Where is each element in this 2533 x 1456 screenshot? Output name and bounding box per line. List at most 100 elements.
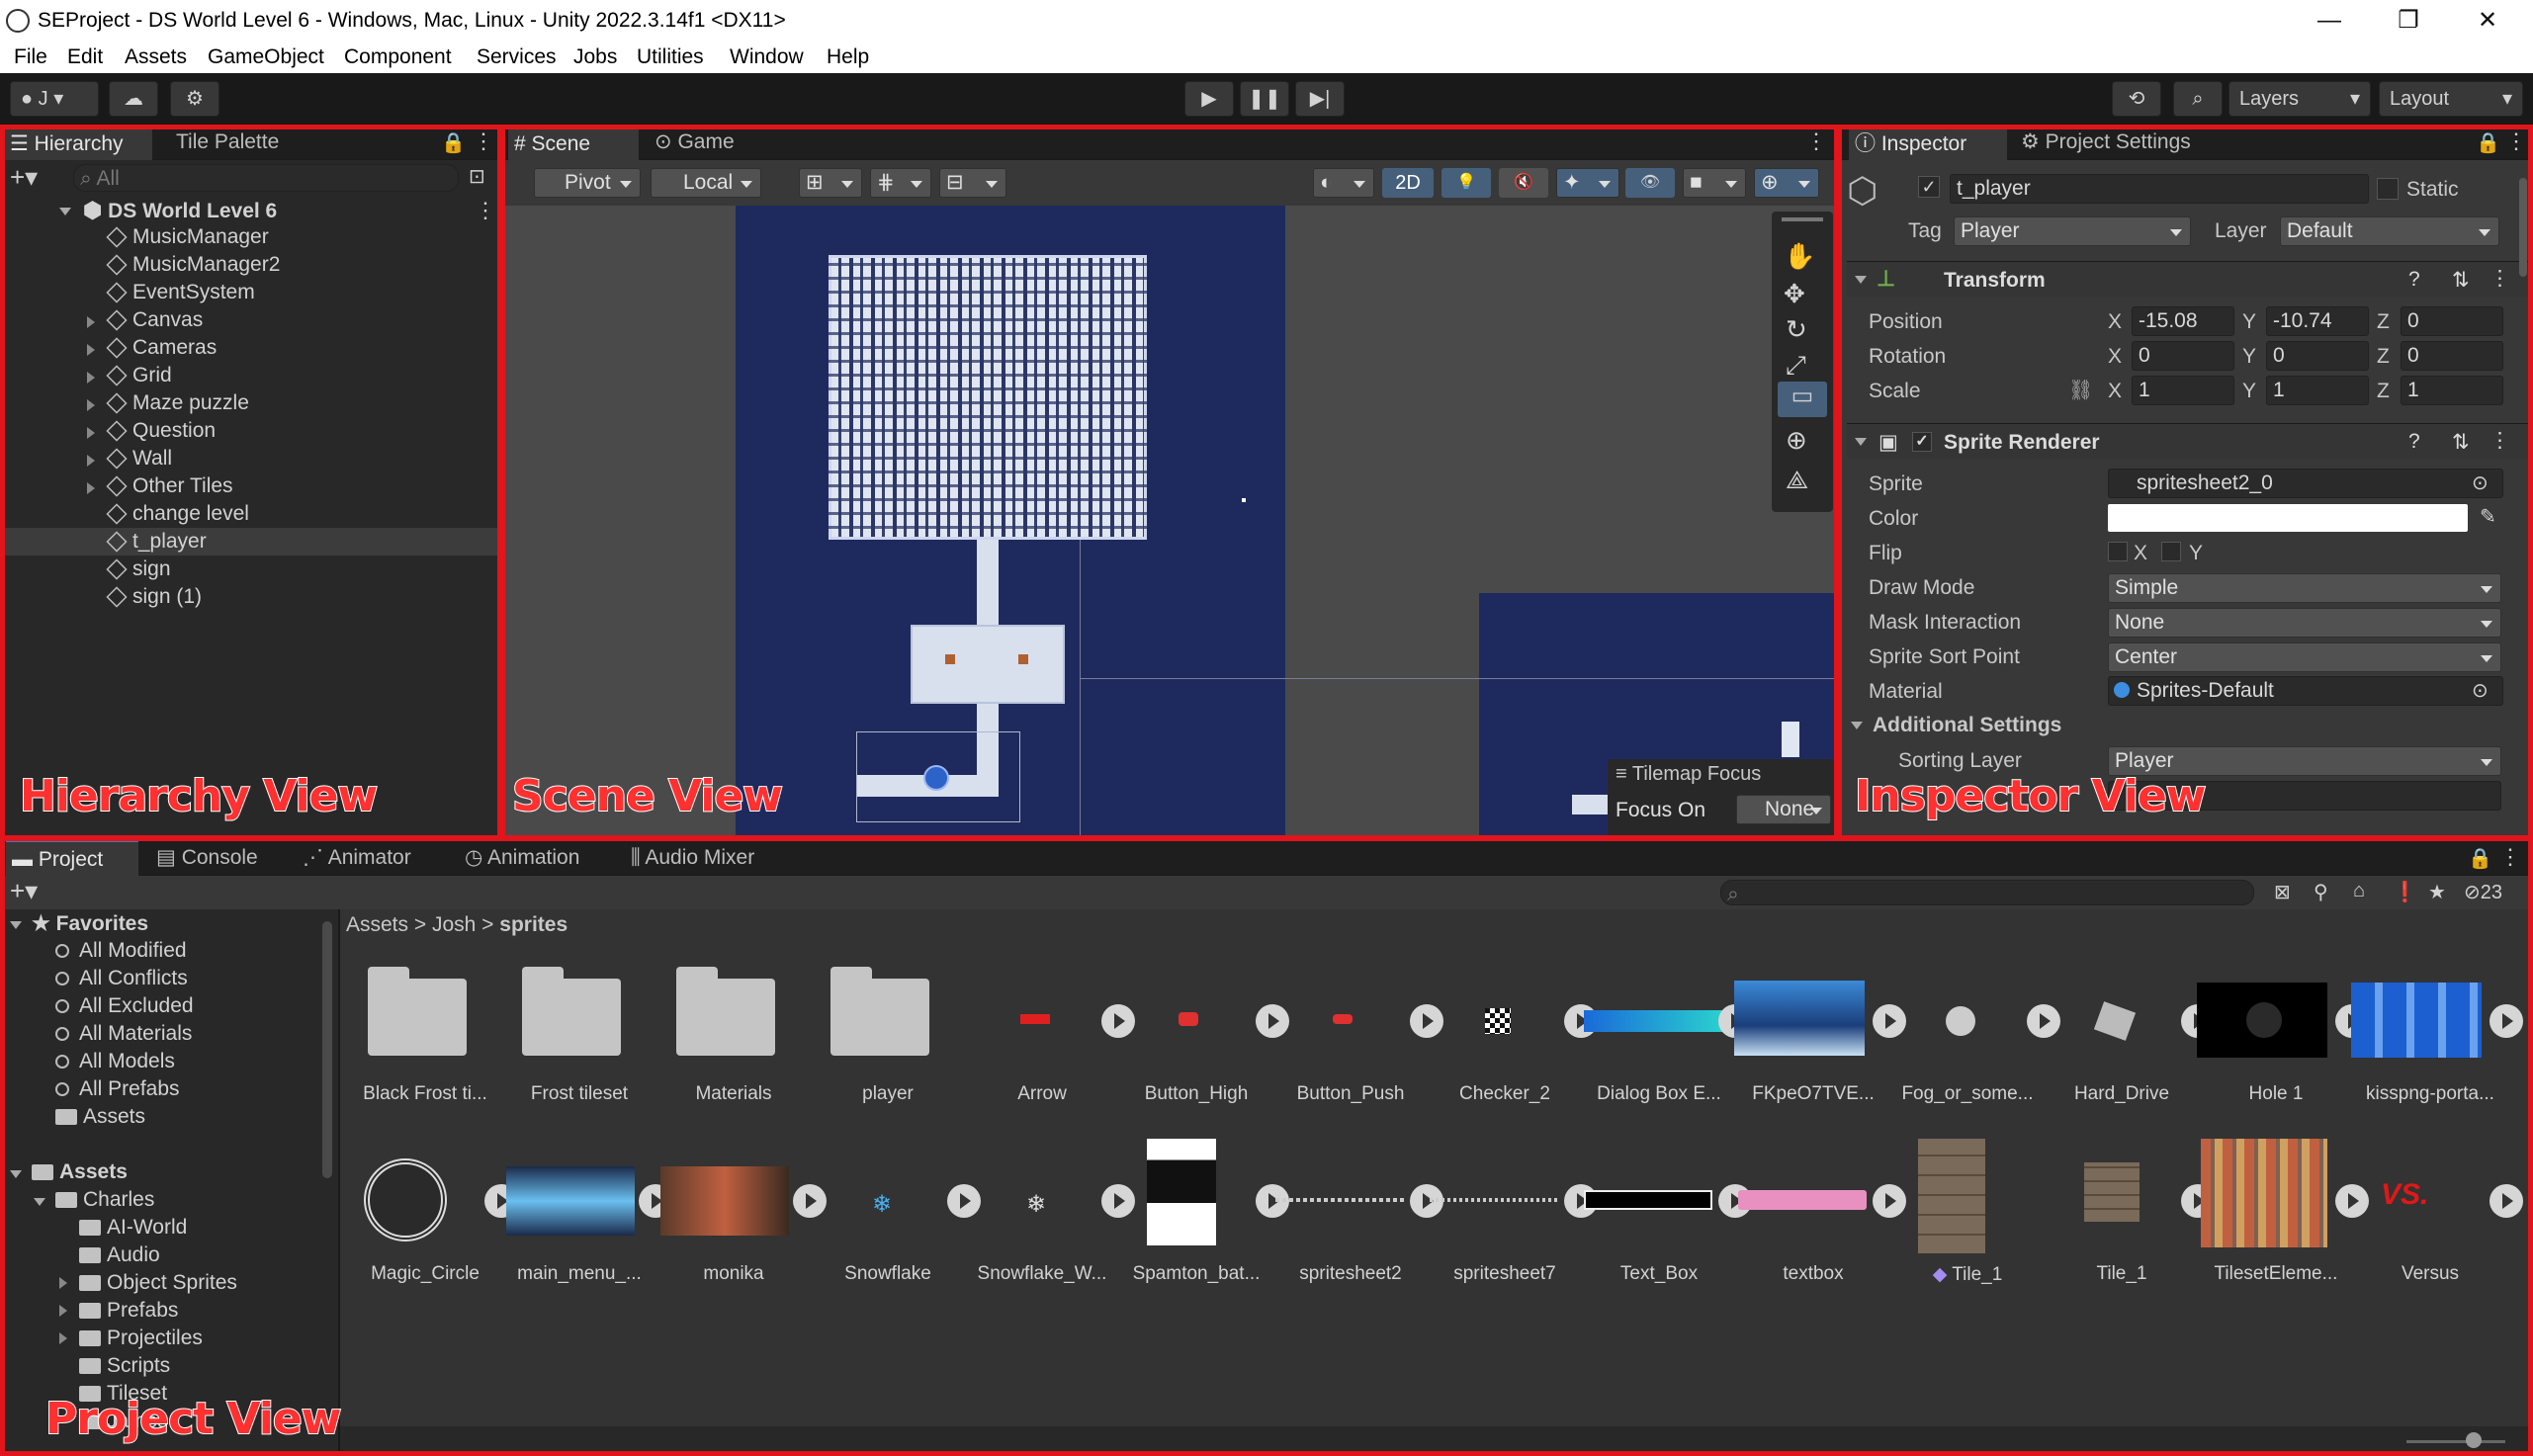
- asset-folder[interactable]: Frost tileset: [500, 949, 649, 1117]
- collapse-arrow-icon[interactable]: [34, 1198, 45, 1206]
- expand-arrow-icon[interactable]: [59, 208, 71, 215]
- rotation-x-field[interactable]: 0: [2132, 341, 2234, 371]
- hierarchy-item[interactable]: Cameras: [106, 336, 217, 364]
- static-checkbox[interactable]: [2377, 178, 2399, 200]
- layer-dropdown[interactable]: Default: [2280, 216, 2499, 246]
- asset-sprite[interactable]: main_menu_...: [500, 1129, 672, 1297]
- menu-window[interactable]: Window: [730, 45, 804, 69]
- tab-animator[interactable]: ⋰ Animator: [297, 840, 435, 876]
- hierarchy-item[interactable]: change level: [106, 502, 249, 530]
- favorite-item[interactable]: All Materials: [55, 1022, 192, 1046]
- history-icon[interactable]: ⟲: [2112, 81, 2161, 117]
- object-picker-icon[interactable]: ⊙: [2472, 471, 2489, 495]
- expand-arrow-icon[interactable]: [87, 427, 95, 439]
- search-by-label-icon[interactable]: ⚲: [2314, 880, 2328, 904]
- play-button[interactable]: ▶: [1184, 81, 1234, 117]
- hierarchy-search-input[interactable]: ⌕ All: [73, 164, 459, 192]
- local-dropdown[interactable]: Local: [651, 168, 761, 198]
- expand-arrow-icon[interactable]: [87, 482, 95, 494]
- hierarchy-item-selected[interactable]: t_player: [106, 530, 207, 557]
- asset-sprite[interactable]: Arrow: [963, 949, 1135, 1117]
- hierarchy-item[interactable]: MusicManager: [106, 225, 269, 253]
- tab-tile-palette[interactable]: Tile Palette: [170, 125, 318, 160]
- tag-dropdown[interactable]: Player: [1954, 216, 2191, 246]
- asset-sprite[interactable]: Button_Push: [1271, 949, 1443, 1117]
- scene-menu-icon[interactable]: ⋮: [475, 198, 496, 223]
- hierarchy-item[interactable]: Other Tiles: [106, 474, 233, 502]
- expand-arrow-icon[interactable]: [59, 1305, 67, 1317]
- asset-folder[interactable]: Black Frost ti...: [346, 949, 494, 1117]
- breadcrumb-item[interactable]: Josh: [432, 913, 476, 936]
- eyedropper-icon[interactable]: ✎: [2480, 504, 2496, 529]
- asset-sprite[interactable]: spritesheet7: [1426, 1129, 1598, 1297]
- tab-audio-mixer[interactable]: ⫼ Audio Mixer: [625, 840, 783, 876]
- tab-project-settings[interactable]: ⚙ Project Settings: [2015, 125, 2213, 160]
- ruler-icon[interactable]: ⊟: [939, 168, 1006, 198]
- menu-component[interactable]: Component: [344, 45, 452, 69]
- color-swatch[interactable]: [2108, 504, 2468, 532]
- hierarchy-item[interactable]: Grid: [106, 364, 172, 391]
- asset-sprite[interactable]: Magic_Circle: [346, 1129, 518, 1297]
- asset-sprite[interactable]: spritesheet2: [1271, 1129, 1443, 1297]
- hierarchy-item[interactable]: Maze puzzle: [106, 391, 249, 419]
- camera-icon[interactable]: ■: [1683, 168, 1746, 198]
- pause-button[interactable]: ❚❚: [1240, 81, 1289, 117]
- hierarchy-item[interactable]: sign: [106, 557, 171, 585]
- expand-arrow-icon[interactable]: [87, 344, 95, 356]
- preset-icon[interactable]: ⇅: [2452, 430, 2470, 455]
- favorites-header[interactable]: ★ Favorites: [32, 911, 148, 936]
- position-z-field[interactable]: 0: [2401, 306, 2503, 336]
- tab-scene[interactable]: # Scene: [508, 125, 639, 160]
- kebab-menu-icon[interactable]: ⋮: [2505, 128, 2527, 154]
- rect-tool-icon[interactable]: ▭: [1778, 382, 1827, 417]
- tab-inspector[interactable]: ⓘ Inspector: [1849, 125, 2007, 160]
- menu-jobs[interactable]: Jobs: [573, 45, 617, 69]
- pivot-dropdown[interactable]: Pivot: [534, 168, 641, 198]
- kebab-menu-icon[interactable]: ⋮: [473, 128, 494, 154]
- move-tool-icon[interactable]: ✥: [1784, 279, 1805, 309]
- assets-root[interactable]: Assets: [32, 1160, 128, 1184]
- focus-on-dropdown[interactable]: None: [1736, 795, 1831, 824]
- constrain-proportions-icon[interactable]: ⛓: [2068, 378, 2093, 402]
- asset-sprite[interactable]: Tile_1: [2043, 1129, 2215, 1297]
- asset-sprite[interactable]: Hole 1: [2197, 949, 2369, 1117]
- expand-arrow-icon[interactable]: [87, 372, 95, 384]
- rotate-tool-icon[interactable]: ↻: [1786, 314, 1807, 345]
- asset-sprite[interactable]: TilesetEleme...: [2197, 1129, 2369, 1297]
- asset-sprite[interactable]: kisspng-porta...: [2351, 949, 2523, 1117]
- tab-console[interactable]: ▤ Console: [150, 840, 279, 876]
- zoom-slider-handle[interactable]: [2466, 1432, 2482, 1448]
- close-button[interactable]: ✕: [2452, 2, 2523, 40]
- menu-gameobject[interactable]: GameObject: [208, 45, 324, 69]
- project-search-input[interactable]: ⌕: [1720, 880, 2254, 905]
- asset-sprite[interactable]: ❄ Snowflake: [809, 1129, 981, 1297]
- material-field[interactable]: Sprites-Default: [2108, 676, 2503, 706]
- scene-root[interactable]: ⬢ DS World Level 6: [83, 198, 277, 225]
- tag-icon[interactable]: ⌂: [2353, 880, 2365, 902]
- breadcrumb-item[interactable]: Assets: [346, 913, 408, 936]
- component-menu-icon[interactable]: ⋮: [2489, 428, 2510, 453]
- folder-item[interactable]: Prefabs: [79, 1299, 178, 1323]
- player-sprite[interactable]: [923, 765, 949, 791]
- asset-sprite[interactable]: textbox: [1734, 1129, 1906, 1297]
- enabled-checkbox[interactable]: ✓: [1912, 432, 1932, 452]
- hierarchy-item[interactable]: sign (1): [106, 585, 202, 613]
- import-log-icon[interactable]: ❗: [2393, 880, 2417, 904]
- help-icon[interactable]: ?: [2408, 268, 2420, 292]
- expand-arrow-icon[interactable]: [59, 1332, 67, 1344]
- active-checkbox[interactable]: ✓: [1918, 176, 1940, 198]
- grid-snap-icon[interactable]: ⊞: [799, 168, 862, 198]
- gizmos-icon[interactable]: ⊕: [1754, 168, 1819, 198]
- add-icon[interactable]: +▾: [10, 876, 38, 906]
- hierarchy-item[interactable]: Canvas: [106, 308, 203, 336]
- asset-folder[interactable]: Materials: [655, 949, 803, 1117]
- collapse-arrow-icon[interactable]: [10, 1170, 22, 1178]
- object-name-field[interactable]: t_player: [1950, 174, 2369, 204]
- layers-dropdown[interactable]: Layers ▾: [2228, 81, 2371, 117]
- cloud-icon[interactable]: ☁: [109, 81, 158, 117]
- tab-hierarchy[interactable]: ☰ Hierarchy: [4, 125, 152, 160]
- scale-y-field[interactable]: 1: [2266, 376, 2369, 405]
- sprite-field[interactable]: spritesheet2_0: [2108, 469, 2503, 498]
- folder-charles[interactable]: Charles: [55, 1188, 154, 1212]
- hidden-packages-icon[interactable]: ⊘23: [2464, 880, 2502, 904]
